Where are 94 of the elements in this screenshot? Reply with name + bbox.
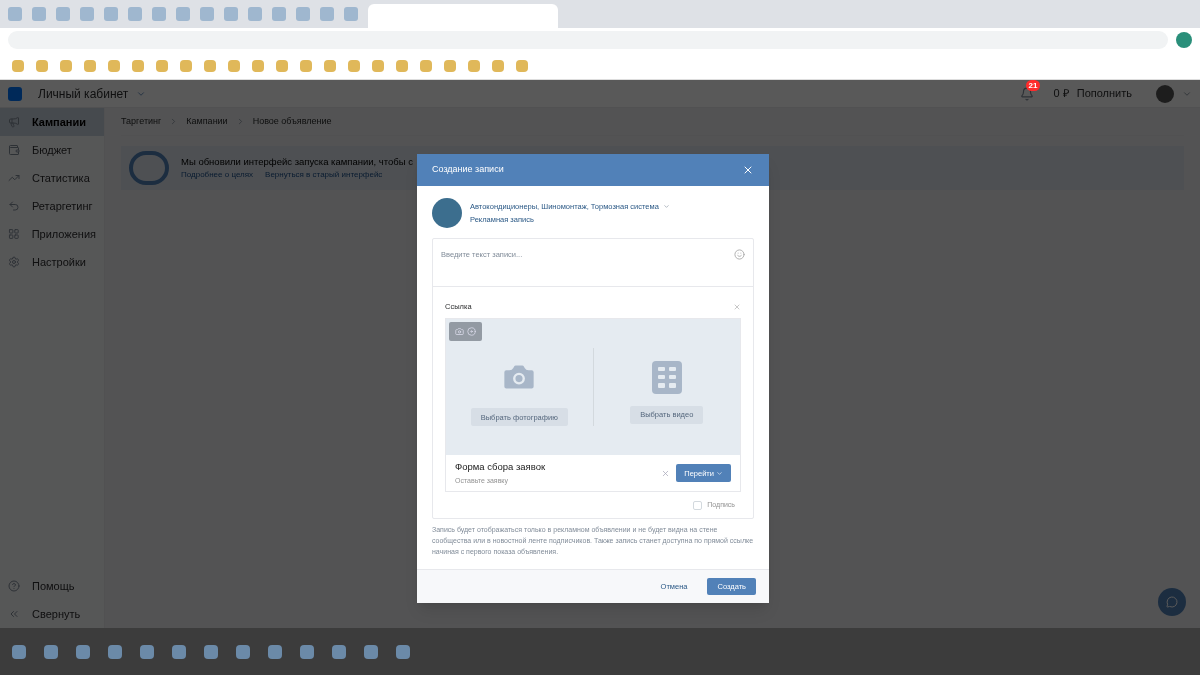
- tab-favicon-icon[interactable]: [128, 7, 142, 21]
- bookmark-favicon-icon[interactable]: [444, 59, 456, 72]
- sidebar-item[interactable]: Приложения: [0, 220, 104, 248]
- taskbar-app-icon[interactable]: [76, 644, 90, 659]
- bookmark-favicon-icon[interactable]: [60, 59, 72, 72]
- remove-icon[interactable]: [661, 468, 671, 478]
- tab-favicon-icon[interactable]: [344, 7, 358, 21]
- help-icon: [8, 580, 20, 592]
- top-up-link[interactable]: Пополнить: [1076, 85, 1132, 102]
- taskbar-app-icon[interactable]: [268, 644, 282, 659]
- bookmark-favicon-icon[interactable]: [276, 59, 288, 72]
- tab-favicon-icon[interactable]: [104, 7, 118, 21]
- bookmark-favicon-icon[interactable]: [156, 59, 168, 72]
- tab-favicon-icon[interactable]: [296, 7, 310, 21]
- signature-checkbox[interactable]: [693, 500, 703, 510]
- bookmark-favicon-icon[interactable]: [324, 59, 336, 72]
- bookmark-favicon-icon[interactable]: [228, 59, 240, 72]
- tab-favicon-icon[interactable]: [32, 7, 46, 21]
- vk-logo-icon[interactable]: [8, 86, 22, 101]
- bookmark-favicon-icon[interactable]: [252, 59, 264, 72]
- taskbar-app-icon[interactable]: [396, 644, 410, 659]
- sidebar-item[interactable]: Свернуть: [0, 600, 104, 628]
- megaphone-icon: [8, 116, 20, 128]
- grid-icon: [8, 228, 20, 240]
- bookmark-favicon-icon[interactable]: [36, 59, 48, 72]
- bookmark-favicon-icon[interactable]: [204, 59, 216, 72]
- disc-icon: [467, 327, 476, 337]
- bookmark-favicon-icon[interactable]: [396, 59, 408, 72]
- profile-avatar-icon[interactable]: [1176, 32, 1192, 48]
- tab-favicon-icon[interactable]: [152, 7, 166, 21]
- tab-favicon-icon[interactable]: [200, 7, 214, 21]
- tab-favicon-icon[interactable]: [8, 7, 22, 21]
- tab-favicon-icon[interactable]: [56, 7, 70, 21]
- taskbar-app-icon[interactable]: [44, 644, 58, 659]
- chat-fab[interactable]: [1158, 588, 1186, 616]
- bell-icon[interactable]: [1019, 86, 1034, 101]
- chart-icon: [8, 172, 20, 184]
- tab-favicon-icon[interactable]: [320, 7, 334, 21]
- bookmark-favicon-icon[interactable]: [300, 59, 312, 72]
- settings-icon: [8, 256, 20, 268]
- emoji-icon[interactable]: [734, 249, 745, 260]
- chat-bubble-icon: [1166, 596, 1178, 608]
- wallet-icon: [8, 144, 20, 156]
- bookmark-favicon-icon[interactable]: [108, 59, 120, 72]
- sidebar-item[interactable]: Ретаргетинг: [0, 192, 104, 220]
- taskbar-app-icon[interactable]: [12, 644, 26, 659]
- tab-favicon-icon[interactable]: [80, 7, 94, 21]
- taskbar-app-icon[interactable]: [108, 644, 122, 659]
- sidebar-item[interactable]: Помощь: [0, 572, 104, 600]
- tab-favicon-icon[interactable]: [272, 7, 286, 21]
- sidebar-item[interactable]: Кампании: [0, 108, 104, 136]
- bookmark-favicon-icon[interactable]: [468, 59, 480, 72]
- taskbar-app-icon[interactable]: [300, 644, 314, 659]
- bookmark-favicon-icon[interactable]: [84, 59, 96, 72]
- taskbar-app-icon[interactable]: [172, 644, 186, 659]
- bookmark-favicon-icon[interactable]: [132, 59, 144, 72]
- video-grid-icon: [651, 360, 682, 394]
- remove-icon[interactable]: [733, 302, 741, 311]
- taskbar-app-icon[interactable]: [332, 644, 346, 659]
- taskbar-app-icon[interactable]: [236, 644, 250, 659]
- cabinet-title[interactable]: Личный кабинет: [38, 84, 129, 103]
- undo-arrow-icon: [8, 200, 20, 212]
- bookmark-favicon-icon[interactable]: [372, 59, 384, 72]
- breadcrumb-link[interactable]: Кампании: [186, 114, 228, 129]
- modal-title: Создание записи: [432, 163, 504, 177]
- sidebar-item[interactable]: Настройки: [0, 248, 104, 276]
- taskbar-app-icon[interactable]: [204, 644, 218, 659]
- community-avatar: [432, 198, 462, 228]
- balance-text: 0 ₽: [1053, 86, 1069, 102]
- close-icon[interactable]: [742, 164, 754, 176]
- notification-badge: 21: [1025, 79, 1041, 91]
- bookmark-favicon-icon[interactable]: [492, 59, 504, 72]
- taskbar-app-icon[interactable]: [140, 644, 154, 659]
- chevron-down-icon: [662, 202, 670, 210]
- breadcrumb-link[interactable]: Таргетинг: [121, 114, 162, 129]
- bookmark-favicon-icon[interactable]: [348, 59, 360, 72]
- camera-icon: [455, 327, 464, 337]
- breadcrumb-link[interactable]: Новое объявление: [252, 114, 332, 129]
- user-avatar[interactable]: [1156, 84, 1174, 103]
- tab-favicon-icon[interactable]: [176, 7, 190, 21]
- taskbar-app-icon[interactable]: [364, 644, 378, 659]
- bookmark-favicon-icon[interactable]: [12, 59, 24, 72]
- tab-favicon-icon[interactable]: [224, 7, 238, 21]
- bookmark-favicon-icon[interactable]: [420, 59, 432, 72]
- active-browser-tab[interactable]: [368, 4, 558, 28]
- banner-title: Мы обновили интерфейс запуска кампании, чтобы с: [181, 154, 413, 169]
- form-title: Форма сбора заявок: [455, 459, 546, 474]
- tab-favicon-icon[interactable]: [248, 7, 262, 21]
- chevron-down-icon: [716, 469, 723, 477]
- sidebar-item[interactable]: Статистика: [0, 164, 104, 192]
- sidebar-item[interactable]: Бюджет: [0, 136, 104, 164]
- double-chevron-icon: [8, 608, 20, 620]
- bookmark-favicon-icon[interactable]: [516, 59, 528, 72]
- bookmark-favicon-icon[interactable]: [180, 59, 192, 72]
